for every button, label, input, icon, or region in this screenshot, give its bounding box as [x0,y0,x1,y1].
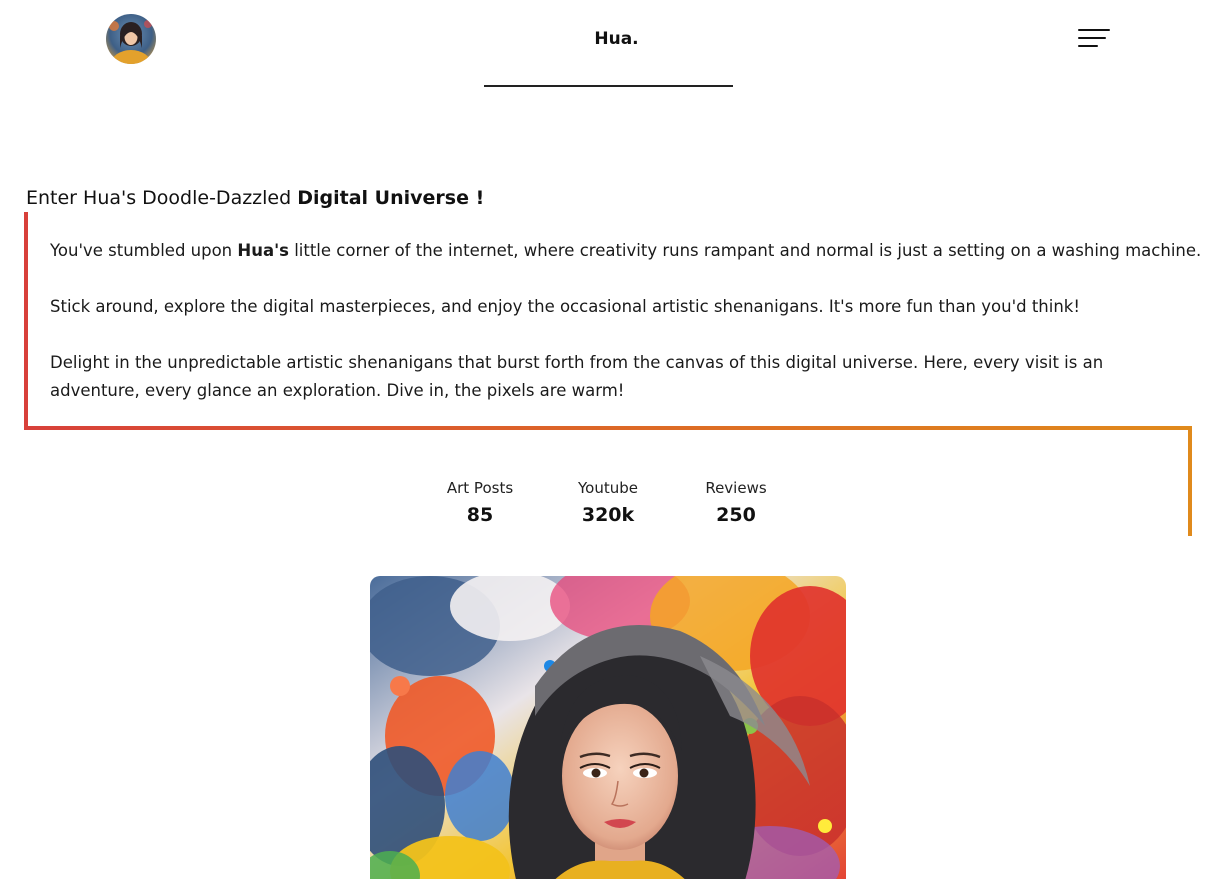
intro-title-bold: Digital Universe ! [297,187,485,209]
hero-portrait-art [370,576,846,879]
brand-underline [484,85,733,87]
intro-paragraph-3: Delight in the unpredictable artistic sh… [50,353,1104,400]
menu-line [1078,37,1106,39]
p1-prefix: You've stumbled upon [50,241,238,260]
stat-value: 250 [716,504,756,526]
stat-label: Art Posts [446,479,514,497]
stat-label: Reviews [705,479,767,497]
stat-art-posts: Art Posts 85 [420,478,540,527]
hero-portrait-image [370,576,846,879]
stat-youtube: Youtube 320k [548,478,668,527]
intro-title-prefix: Enter Hua's Doodle-Dazzled [26,187,298,209]
p1-bold: Hua's [237,241,289,260]
p1-suffix: little corner of the internet, where cre… [288,241,1202,260]
intro-paragraph-1: You've stumbled upon Hua's little corner… [50,237,1201,265]
stat-label: Youtube [578,479,638,497]
intro-paragraph-2: Stick around, explore the digital master… [50,297,1080,316]
hamburger-menu-icon[interactable] [1074,27,1114,53]
menu-line [1078,29,1110,31]
intro-title: Enter Hua's Doodle-Dazzled Digital Unive… [26,187,484,209]
stat-reviews: Reviews 250 [676,478,796,527]
page: Hua. Enter Hua's Doodle-Dazzled Digital … [0,0,1223,879]
stat-value: 85 [466,504,494,526]
intro-frame-right-bar [1188,426,1192,536]
intro-frame-bottom-bar [24,426,1192,430]
intro-frame-left-bar [24,212,28,429]
menu-line [1078,45,1098,47]
stat-value: 320k [581,504,635,526]
brand-title[interactable]: Hua. [0,29,1223,49]
